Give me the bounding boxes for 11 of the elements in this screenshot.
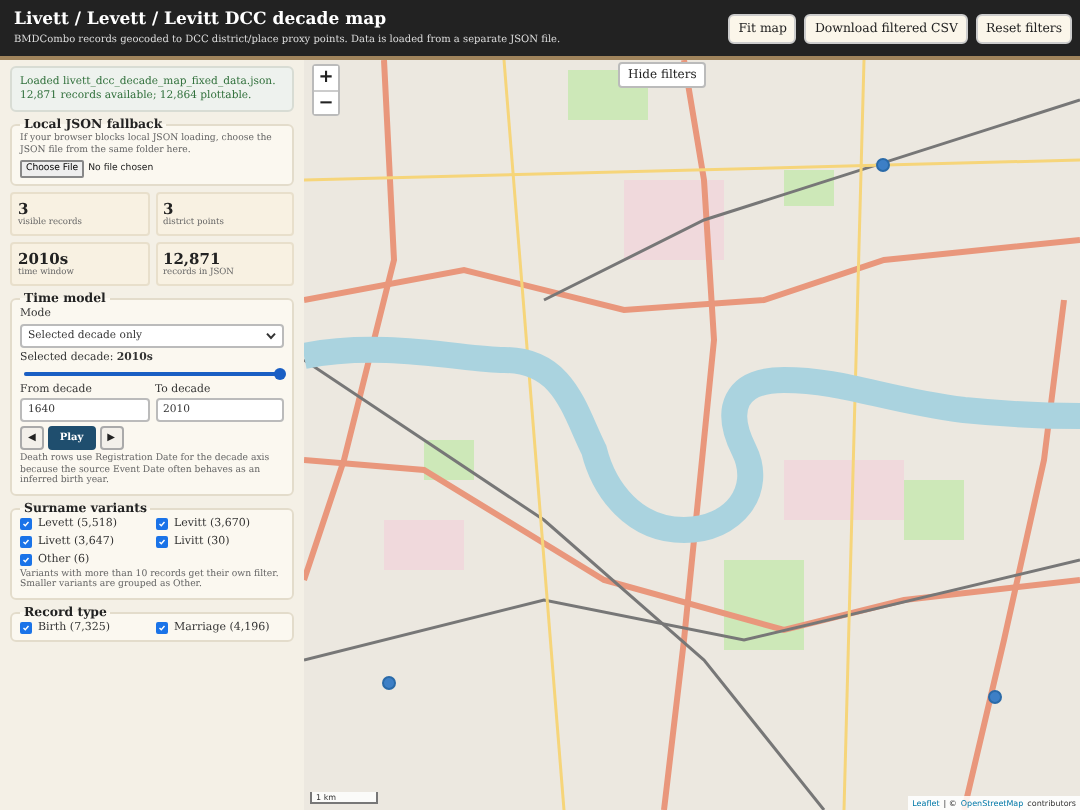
checkbox[interactable]: [156, 517, 168, 530]
checkbox[interactable]: [156, 621, 168, 634]
app-title: Livett / Levett / Levitt DCC decade map: [14, 10, 389, 30]
checkbox[interactable]: [20, 621, 32, 634]
checkbox[interactable]: [20, 535, 32, 548]
zoom-out-button[interactable]: −: [314, 90, 338, 114]
checkbox[interactable]: [156, 535, 168, 548]
decade-slider[interactable]: [24, 372, 280, 377]
chevron-icon: [266, 332, 276, 341]
checkbox[interactable]: [20, 517, 32, 530]
checkbox[interactable]: [20, 553, 32, 566]
